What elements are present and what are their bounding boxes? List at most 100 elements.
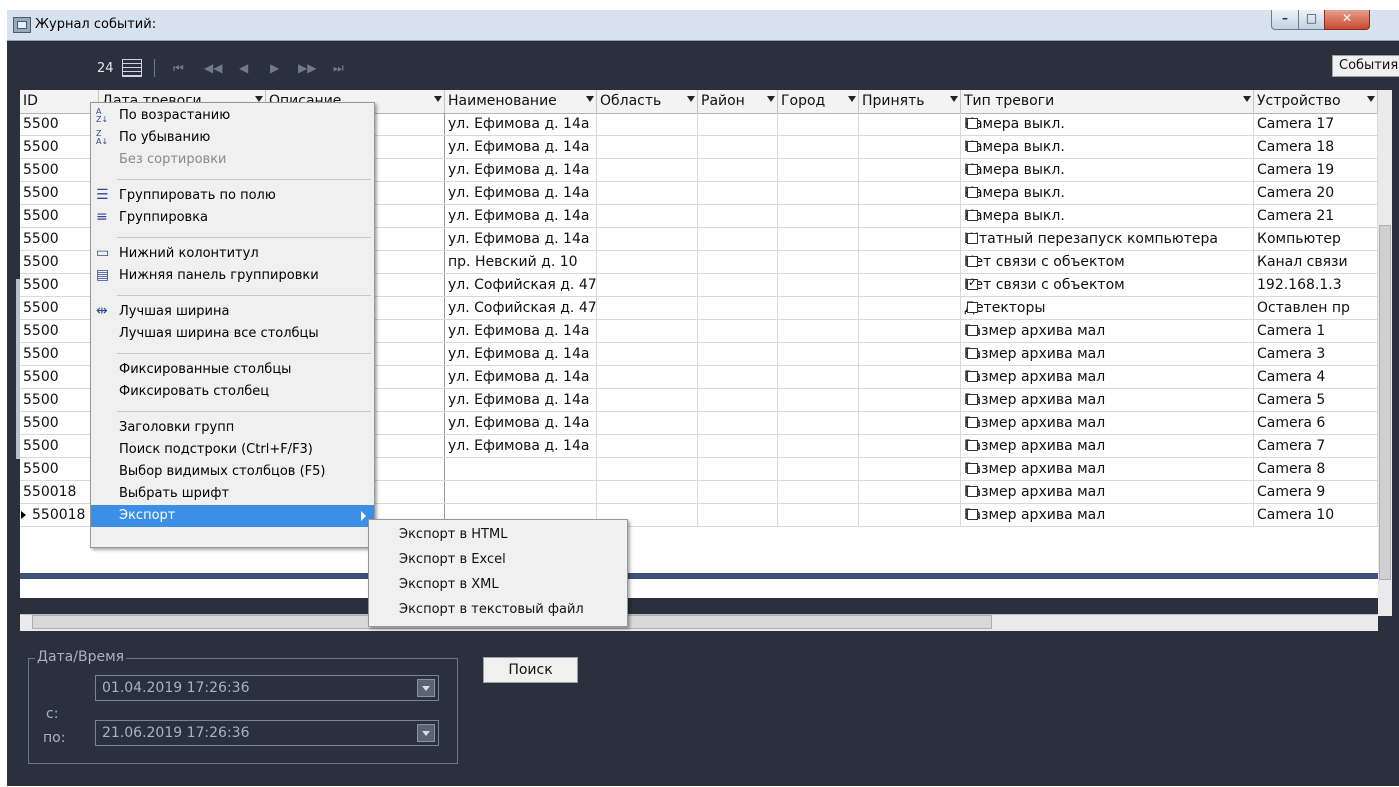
menu-item[interactable]: ≡ Группировка (91, 207, 374, 229)
table-cell: Camera 20 (1254, 182, 1378, 204)
sort-ascending-icon: A Z↓ (96, 107, 109, 124)
column-dropdown-icon[interactable] (434, 96, 442, 102)
accept-checkbox[interactable] (967, 141, 978, 152)
menu-item[interactable]: Поиск подстроки (Ctrl+F/F3) (91, 439, 374, 461)
menu-item[interactable]: Выбор видимых столбцов (F5) (91, 461, 374, 483)
from-label: с: (46, 706, 59, 722)
column-header[interactable]: Наименование (445, 90, 597, 113)
column-dropdown-icon[interactable] (1243, 96, 1251, 102)
date-to-input[interactable]: 21.06.2019 17:26:36 (95, 720, 439, 746)
column-dropdown-icon[interactable] (848, 96, 856, 102)
toolbar: 24 ⏮ ◀◀ ◀ ▶ ▶▶ ⏭ События (7, 41, 1399, 91)
column-header-label: Тип тревоги (964, 93, 1055, 109)
export-menu-item[interactable]: Экспорт в текстовый файл (369, 598, 627, 621)
column-header[interactable]: Принять (859, 90, 961, 113)
menu-item[interactable]: Z A↓ По убыванию (91, 127, 374, 149)
events-button[interactable]: События (1332, 55, 1399, 77)
best-fit-icon: ⇹ (96, 303, 108, 319)
accept-checkbox[interactable] (967, 276, 978, 290)
prev-record-icon[interactable]: ◀ (239, 61, 248, 75)
menu-item[interactable]: ⇹ Лучшая ширина (91, 301, 374, 323)
menu-item-label: Лучшая ширина (119, 304, 230, 319)
prev-page-fast-icon[interactable]: ◀◀ (204, 61, 222, 75)
submenu-arrow-icon (361, 511, 366, 521)
date-from-dropdown-icon[interactable] (417, 679, 435, 697)
date-to-dropdown-icon[interactable] (417, 724, 435, 742)
column-header[interactable]: Район (698, 90, 778, 113)
accept-checkbox[interactable] (967, 417, 978, 428)
next-page-fast-icon[interactable]: ▶▶ (298, 61, 316, 75)
accept-checkbox[interactable] (967, 509, 978, 520)
menu-item[interactable]: Экспорт (91, 505, 374, 527)
export-menu-item[interactable]: Экспорт в XML (369, 573, 627, 596)
table-cell (597, 343, 698, 365)
table-cell: ул. Софийская д. 47 (445, 297, 597, 319)
table-cell (698, 251, 778, 273)
last-page-icon[interactable]: ⏭ (333, 61, 344, 76)
minimize-button[interactable]: – (1271, 10, 1299, 30)
accept-checkbox[interactable] (967, 394, 978, 405)
accept-checkbox[interactable] (967, 440, 978, 451)
column-header[interactable]: Устройство (1254, 90, 1378, 113)
table-cell: ул. Ефимова д. 14а (445, 159, 597, 181)
accept-checkbox[interactable] (967, 256, 978, 267)
table-cell: Камера выкл. (961, 113, 1254, 135)
table-cell (698, 366, 778, 388)
accept-checkbox[interactable] (967, 325, 978, 336)
current-row-marker-icon (21, 511, 26, 519)
menu-item[interactable]: ▭ Нижний колонтитул (91, 243, 374, 265)
close-button[interactable]: ✕ (1324, 10, 1370, 30)
menu-item[interactable]: Фиксированные столбцы (91, 359, 374, 381)
search-button[interactable]: Поиск (483, 657, 578, 683)
menu-item[interactable]: Заголовки групп (91, 417, 374, 439)
menu-item[interactable]: Лучшая ширина все столбцы (91, 323, 374, 345)
menu-item[interactable]: Фиксировать столбец (91, 381, 374, 403)
maximize-button[interactable]: □ (1298, 10, 1325, 30)
column-header[interactable]: Область (597, 90, 698, 113)
export-menu-item[interactable]: Экспорт в HTML (369, 523, 627, 546)
menu-item[interactable]: Выбрать шрифт (91, 483, 374, 505)
menu-item[interactable]: A Z↓ По возрастанию (91, 105, 374, 127)
table-cell: 5500 (20, 251, 99, 273)
table-cell: Камера выкл. (961, 136, 1254, 158)
table-cell: Camera 18 (1254, 136, 1378, 158)
accept-checkbox[interactable] (967, 210, 978, 221)
table-cell (859, 343, 961, 365)
table-cell (778, 412, 859, 434)
table-cell (597, 366, 698, 388)
table-cell (698, 320, 778, 342)
menu-item-label: Группировка (119, 210, 209, 225)
accept-checkbox[interactable] (967, 164, 978, 175)
column-dropdown-icon[interactable] (767, 96, 775, 102)
column-header[interactable]: ID (20, 90, 99, 113)
column-dropdown-icon[interactable] (687, 96, 695, 102)
menu-item-label: Без сортировки (119, 152, 227, 167)
menu-item[interactable]: ☰ Группировать по полю (91, 185, 374, 207)
column-header[interactable]: Город (778, 90, 859, 113)
accept-checkbox[interactable] (967, 187, 978, 198)
table-cell: Размер архива мал (961, 343, 1254, 365)
column-header[interactable]: Тип тревоги (961, 90, 1254, 113)
table-cell (859, 228, 961, 250)
datetime-legend: Дата/Время (35, 649, 127, 665)
menu-item[interactable]: ▤ Нижняя панель группировки (91, 265, 374, 287)
grid-view-icon[interactable] (122, 59, 142, 77)
column-dropdown-icon[interactable] (950, 96, 958, 102)
vertical-scroll-thumb[interactable] (1379, 225, 1391, 580)
accept-checkbox[interactable] (967, 302, 978, 313)
table-cell (859, 159, 961, 181)
date-from-input[interactable]: 01.04.2019 17:26:36 (95, 675, 439, 701)
accept-checkbox[interactable] (967, 118, 978, 129)
accept-checkbox[interactable] (967, 463, 978, 474)
first-page-icon[interactable]: ⏮ (173, 61, 184, 76)
column-dropdown-icon[interactable] (1367, 96, 1375, 102)
accept-checkbox[interactable] (967, 233, 978, 244)
column-dropdown-icon[interactable] (586, 96, 594, 102)
accept-checkbox[interactable] (967, 348, 978, 359)
table-cell (698, 412, 778, 434)
accept-checkbox[interactable] (967, 371, 978, 382)
accept-checkbox[interactable] (967, 486, 978, 497)
next-record-icon[interactable]: ▶ (270, 61, 279, 75)
export-menu-item[interactable]: Экспорт в Excel (369, 548, 627, 571)
table-cell: ул. Ефимова д. 14а (445, 182, 597, 204)
